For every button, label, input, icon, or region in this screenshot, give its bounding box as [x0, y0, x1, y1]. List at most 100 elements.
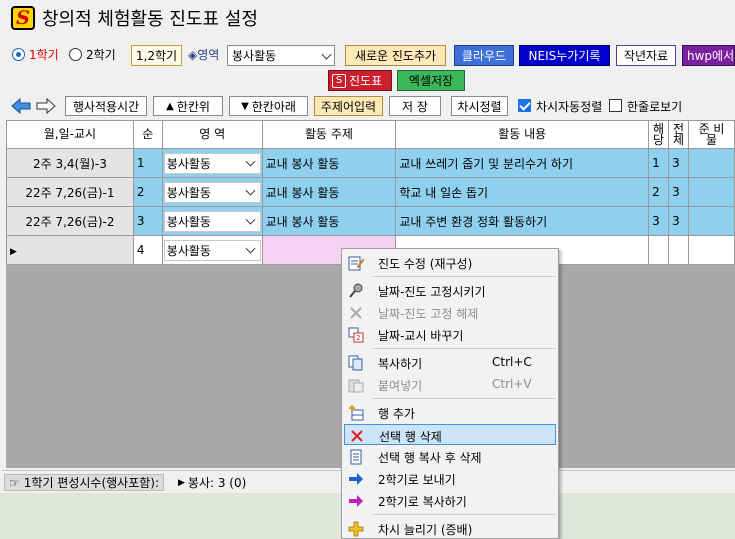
- menu-item-label: 날짜-진도 고정 해제: [378, 307, 479, 321]
- neis-button[interactable]: NEIS누가기록: [519, 45, 610, 66]
- table-row[interactable]: 22주 7,26(금)-1 2 봉사활동 교내 봉사 활동 학교 내 일손 돕기…: [6, 177, 735, 207]
- paste-icon: [348, 379, 364, 393]
- move-down-button[interactable]: ▼ 한칸아래: [229, 96, 308, 116]
- row-area[interactable]: 봉사활동: [161, 235, 263, 265]
- header-topic[interactable]: 활동 주제: [261, 120, 397, 149]
- row-content[interactable]: 교내 주변 환경 정화 활동하기: [395, 206, 650, 236]
- new-progress-button[interactable]: 새로운 진도추가: [345, 45, 446, 66]
- row-order[interactable]: 3: [132, 206, 163, 236]
- area-select-value: 봉사활동: [232, 49, 277, 63]
- row-applies[interactable]: 1: [648, 148, 670, 178]
- menu-item-send-semester2[interactable]: 2학기로 보내기: [344, 468, 556, 489]
- move-up-label: 한칸위: [176, 99, 210, 114]
- hanjul-label[interactable]: 한줄로보기: [627, 98, 682, 115]
- menu-item-paste[interactable]: 붙여넣기 Ctrl+V: [344, 374, 556, 395]
- chevron-down-icon: [245, 156, 256, 167]
- row-total[interactable]: 3: [668, 206, 690, 236]
- row-topic[interactable]: 교내 봉사 활동: [261, 148, 397, 178]
- event-time-button[interactable]: 행사적용시간: [65, 96, 147, 116]
- header-total[interactable]: 전체: [668, 120, 690, 149]
- menu-item-unfix-date[interactable]: 날짜-진도 고정 해제: [344, 302, 556, 323]
- menu-item-label: 붙여넣기: [378, 379, 423, 393]
- menu-item-add-row[interactable]: 행 추가: [344, 402, 556, 423]
- row-topic[interactable]: 교내 봉사 활동: [261, 177, 397, 207]
- topic-input-button[interactable]: 주제어입력: [314, 96, 383, 116]
- row-topic[interactable]: 교내 봉사 활동: [261, 206, 397, 236]
- auto-sort-checkbox[interactable]: [518, 99, 531, 112]
- semester2-label[interactable]: 2학기: [86, 46, 116, 63]
- prev-year-button[interactable]: 작년자료: [616, 45, 676, 66]
- menu-item-label: 날짜-교시 바꾸기: [378, 329, 464, 343]
- row-date[interactable]: 22주 7,26(금)-2: [6, 206, 134, 236]
- row-applies[interactable]: [648, 235, 670, 265]
- row-order[interactable]: 1: [132, 148, 163, 178]
- row-applies[interactable]: 3: [648, 206, 670, 236]
- menu-item-increase-periods[interactable]: 차시 늘리기 (증배): [344, 518, 556, 539]
- header-date[interactable]: 월,일-교시: [6, 120, 134, 149]
- row-content[interactable]: 학교 내 일손 돕기: [395, 177, 650, 207]
- semester1-radio[interactable]: [12, 48, 25, 61]
- header-prep[interactable]: 준 비물: [688, 120, 735, 149]
- row-pointer-icon: ▶: [10, 247, 17, 257]
- menu-item-copy-semester2[interactable]: 2학기로 복사하기: [344, 490, 556, 511]
- row-date[interactable]: 22주 7,26(금)-1: [6, 177, 134, 207]
- semester1-label[interactable]: 1학기: [29, 46, 59, 63]
- row-prep[interactable]: [688, 177, 735, 207]
- semester12-button[interactable]: 1,2학기: [131, 45, 182, 66]
- menu-item-delete-row[interactable]: 선택 행 삭제: [344, 424, 556, 445]
- move-down-label: 한칸아래: [251, 99, 296, 114]
- row-prep[interactable]: [688, 206, 735, 236]
- semester2-radio[interactable]: [69, 48, 82, 61]
- row-area[interactable]: 봉사활동: [161, 177, 263, 207]
- auto-sort-label[interactable]: 차시자동정렬: [536, 98, 602, 115]
- hanjul-checkbox[interactable]: [609, 99, 622, 112]
- row-prep[interactable]: [688, 148, 735, 178]
- row-order[interactable]: 4: [132, 235, 163, 265]
- hwp-import-button[interactable]: hwp에서: [682, 45, 735, 66]
- pin-icon: [349, 283, 363, 298]
- row-total[interactable]: 3: [668, 177, 690, 207]
- row-area[interactable]: 봉사활동: [161, 148, 263, 178]
- row-total[interactable]: [668, 235, 690, 265]
- app-logo-icon: S: [10, 5, 36, 31]
- area-cell-select[interactable]: 봉사활동: [163, 210, 261, 232]
- cloud-button[interactable]: 클라우드: [454, 45, 514, 66]
- table-row[interactable]: 2주 3,4(월)-3 1 봉사활동 교내 봉사 활동 교내 쓰레기 줍기 및 …: [6, 148, 735, 178]
- row-content[interactable]: 교내 쓰레기 줍기 및 분리수거 하기: [395, 148, 650, 178]
- area-cell-select[interactable]: 봉사활동: [163, 239, 261, 261]
- excel-save-button[interactable]: 엑셀저장: [397, 70, 465, 91]
- row-applies[interactable]: 2: [648, 177, 670, 207]
- header-content[interactable]: 활동 내용: [395, 120, 650, 149]
- menu-item-label: 진도 수정 (재구성): [378, 257, 473, 271]
- header-area[interactable]: 영 역: [161, 120, 263, 149]
- arrow-left-icon[interactable]: [10, 97, 32, 115]
- header-applies[interactable]: 해당: [648, 120, 670, 149]
- row-area[interactable]: 봉사활동: [161, 206, 263, 236]
- menu-item-fix-date[interactable]: 날짜-진도 고정시키기: [344, 280, 556, 301]
- header-order[interactable]: 순: [132, 120, 163, 149]
- area-cell-select[interactable]: 봉사활동: [163, 181, 261, 203]
- row-order[interactable]: 2: [132, 177, 163, 207]
- row-current-marker[interactable]: ▶: [6, 235, 134, 265]
- sort-button[interactable]: 차시정렬: [451, 96, 508, 116]
- arrow-right-icon[interactable]: [35, 97, 57, 115]
- menu-item-copy-delete-row[interactable]: 선택 행 복사 후 삭제: [344, 446, 556, 467]
- table-row[interactable]: 22주 7,26(금)-2 3 봉사활동 교내 봉사 활동 교내 주변 환경 정…: [6, 206, 735, 236]
- row-date[interactable]: 2주 3,4(월)-3: [6, 148, 134, 178]
- save-button[interactable]: 저 장: [389, 96, 441, 116]
- row-total[interactable]: 3: [668, 148, 690, 178]
- delete-icon: [351, 430, 363, 442]
- progress-table-button[interactable]: S 진도표: [328, 70, 392, 91]
- move-up-button[interactable]: ▲ 한칸위: [153, 96, 223, 116]
- send-arrow-icon: [349, 473, 363, 485]
- area-cell-value: 봉사활동: [166, 185, 211, 200]
- edit-icon: [348, 256, 364, 271]
- menu-item-copy[interactable]: 복사하기 Ctrl+C: [344, 352, 556, 373]
- menu-item-swap-date[interactable]: 2 날짜-교시 바꾸기: [344, 324, 556, 345]
- area-select[interactable]: 봉사활동: [227, 45, 335, 66]
- row-prep[interactable]: [688, 235, 735, 265]
- menu-item-edit-progress[interactable]: 진도 수정 (재구성): [344, 252, 556, 273]
- menu-item-shortcut: Ctrl+C: [492, 355, 532, 369]
- copy-delete-icon: [350, 449, 362, 465]
- area-cell-select[interactable]: 봉사활동: [163, 152, 261, 174]
